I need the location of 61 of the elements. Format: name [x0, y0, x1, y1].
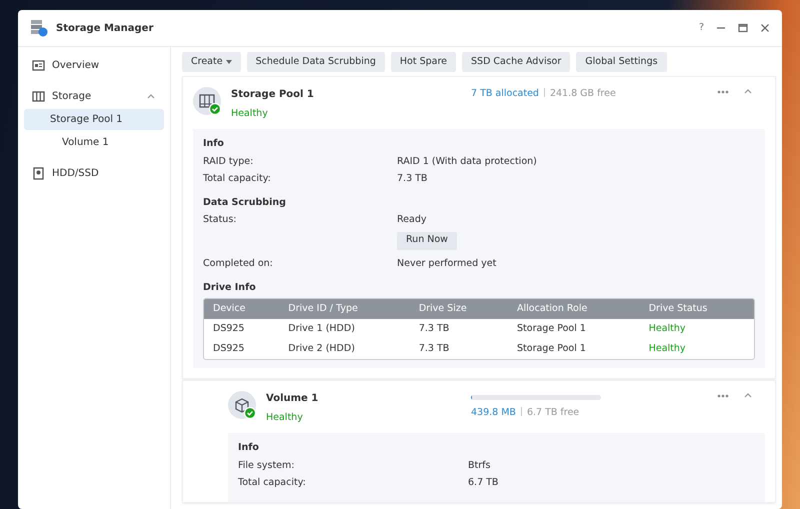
health-status: Healthy [231, 107, 269, 121]
field-value: 7.3 TB [397, 172, 428, 186]
toolbar-button[interactable]: Global Settings [576, 52, 667, 72]
section-heading: Data Scrubbing [203, 196, 287, 210]
free-capacity: 241.8 GB free [550, 88, 616, 99]
sidebar-item[interactable]: Overview [24, 55, 164, 76]
table-cell-text: Drive 2 (HDD) [287, 342, 356, 356]
table-cell: DS925 [204, 319, 280, 339]
sidebar-item[interactable]: Volume 1 [24, 132, 164, 153]
status-cell-text: Healthy [648, 342, 687, 356]
field-value: 6.7 TB [468, 476, 500, 490]
more-icon [717, 90, 729, 94]
section-heading: Info [238, 441, 260, 456]
toolbar-button[interactable]: Hot Spare [390, 52, 456, 72]
field-value: Never performed yet [397, 256, 498, 270]
field-label: File system: [238, 458, 296, 472]
field-label: RAID type: [203, 154, 254, 168]
dashboard-icon [32, 59, 45, 72]
toolbar-button[interactable]: SSD Cache Advisor [462, 52, 570, 72]
free-capacity: 6.7 TB free [526, 407, 580, 418]
sidebar-item[interactable]: Storage Pool 1 [24, 109, 164, 130]
toolbar-button[interactable]: Schedule Data Scrubbing [246, 52, 385, 72]
section-heading: Drive Info [203, 280, 257, 295]
column-header: Drive Size [410, 299, 508, 319]
field-label: Completed on: [203, 256, 274, 270]
used-capacity: 439.8 MB [471, 407, 516, 418]
volume-icon [228, 391, 257, 420]
table-cell-text: DS925 [212, 342, 246, 356]
app-icon [30, 19, 48, 37]
help-button[interactable]: ? [698, 20, 704, 36]
field-value: Btrfs [468, 458, 492, 472]
maximize-icon [738, 23, 748, 33]
status-cell: Healthy [640, 319, 754, 339]
run-now-button[interactable]: Run Now [397, 232, 457, 250]
field-value: Ready [397, 213, 428, 228]
field-label: Status: [203, 213, 238, 228]
section-heading: Info [203, 137, 225, 152]
field-label: Total capacity: [238, 476, 307, 490]
pool-title: Storage Pool 1 [231, 88, 315, 102]
sidebar-item[interactable]: HDD/SSD [24, 163, 164, 184]
table-cell: 7.3 TB [410, 319, 508, 339]
columns-icon [32, 90, 45, 103]
column-header: Allocation Role [508, 299, 640, 319]
volume-title: Volume 1 [266, 392, 320, 406]
toolbar-button[interactable]: Create [182, 52, 241, 72]
more-icon [717, 394, 729, 398]
table-cell-text: 7.3 TB [418, 342, 450, 356]
column-header: Drive ID / Type [279, 299, 410, 319]
sidebar-item[interactable]: Storage [24, 86, 164, 107]
column-header: Drive Status [640, 299, 754, 319]
health-status: Healthy [266, 411, 304, 425]
field-label: Total capacity: [203, 172, 272, 186]
table-cell: Storage Pool 1 [508, 319, 640, 339]
column-header: Device [204, 299, 280, 319]
window-title: Storage Manager [56, 22, 154, 36]
used-capacity: 7 TB allocated [471, 88, 539, 99]
close-icon [760, 23, 770, 33]
table-cell-text: Storage Pool 1 [516, 342, 587, 356]
field-value: RAID 1 (With data protection) [397, 154, 538, 168]
table-cell: Drive 1 (HDD) [279, 319, 410, 339]
storage-pool-icon [193, 87, 222, 116]
